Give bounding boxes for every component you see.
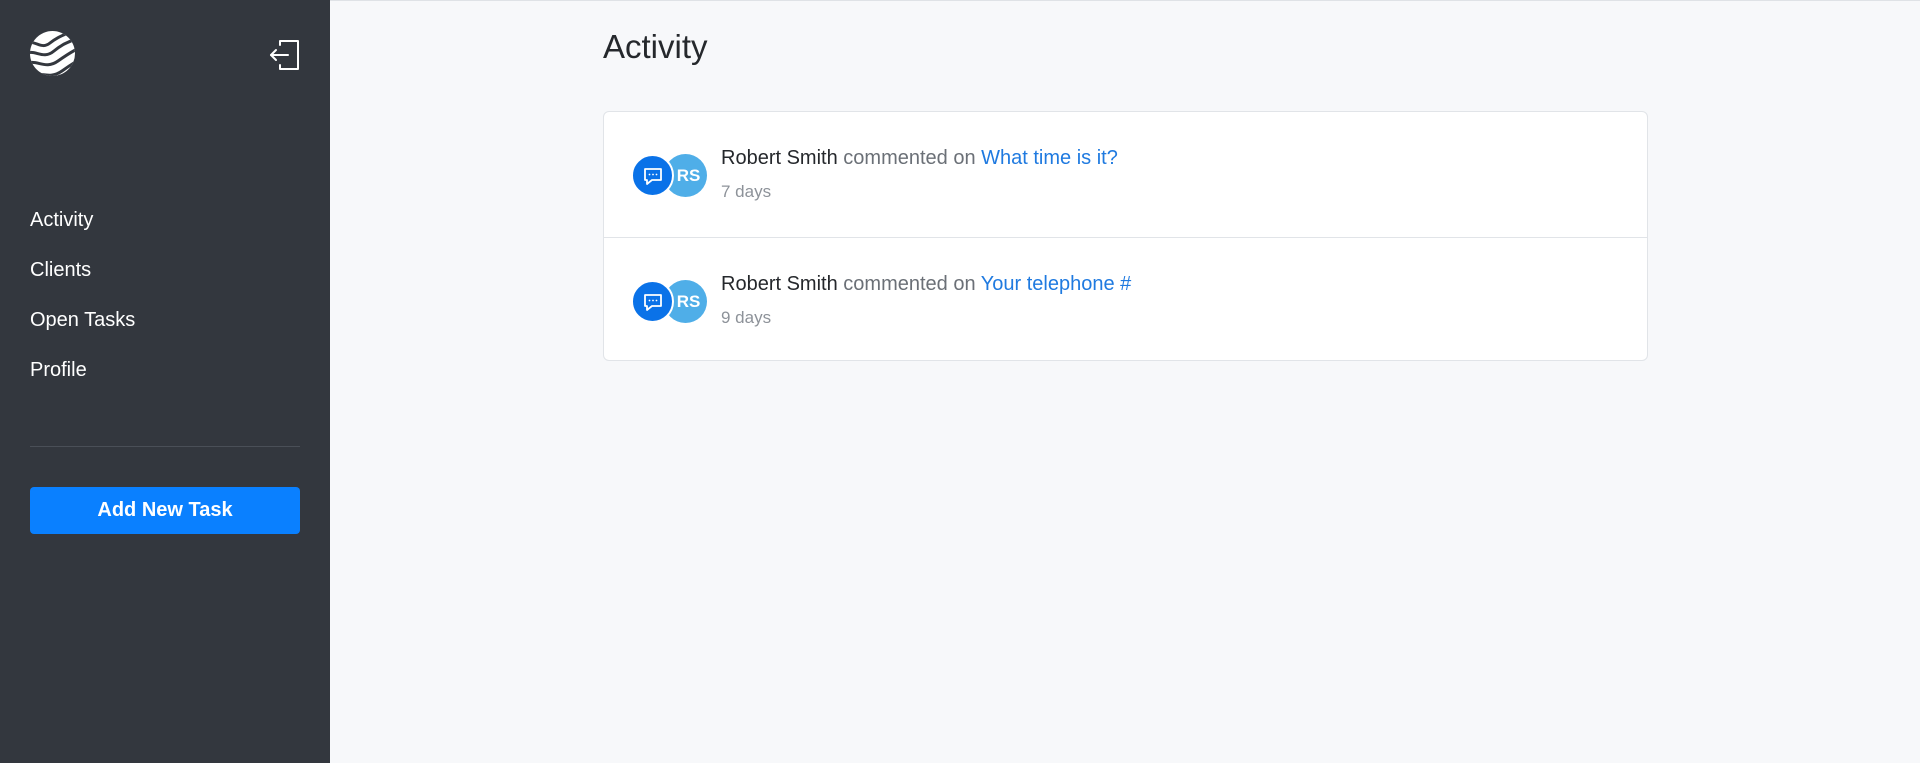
sidebar-item-clients[interactable]: Clients — [30, 255, 135, 305]
activity-feed: RS Robert Smith commented on What time i… — [603, 111, 1648, 361]
page-title: Activity — [603, 28, 708, 65]
sidebar-nav: Activity Clients Open Tasks Profile — [30, 205, 135, 405]
logout-icon[interactable] — [268, 38, 302, 72]
activity-item: RS Robert Smith commented on What time i… — [604, 112, 1647, 237]
add-new-task-button[interactable]: Add New Task — [30, 487, 300, 534]
sidebar-item-profile[interactable]: Profile — [30, 355, 135, 405]
activity-text: Robert Smith commented on What time is i… — [721, 147, 1118, 170]
activity-author[interactable]: Robert Smith — [721, 273, 838, 295]
comment-icon — [631, 154, 674, 197]
activity-time: 9 days — [721, 308, 772, 327]
activity-target-link[interactable]: Your telephone # — [981, 273, 1132, 295]
activity-text: Robert Smith commented on Your telephone… — [721, 273, 1131, 296]
sidebar-item-activity[interactable]: Activity — [30, 205, 135, 255]
activity-time: 7 days — [721, 182, 772, 201]
top-border — [330, 0, 1920, 1]
comment-icon — [631, 280, 674, 323]
sidebar: Activity Clients Open Tasks Profile Add … — [0, 0, 330, 763]
sidebar-item-open-tasks[interactable]: Open Tasks — [30, 305, 135, 355]
sidebar-divider — [30, 446, 300, 447]
wave-logo-icon[interactable] — [30, 31, 75, 76]
activity-author[interactable]: Robert Smith — [721, 147, 838, 169]
activity-item: RS Robert Smith commented on Your teleph… — [604, 237, 1647, 360]
activity-action: commented on — [843, 273, 976, 295]
activity-action: commented on — [843, 147, 976, 169]
activity-target-link[interactable]: What time is it? — [981, 147, 1118, 169]
